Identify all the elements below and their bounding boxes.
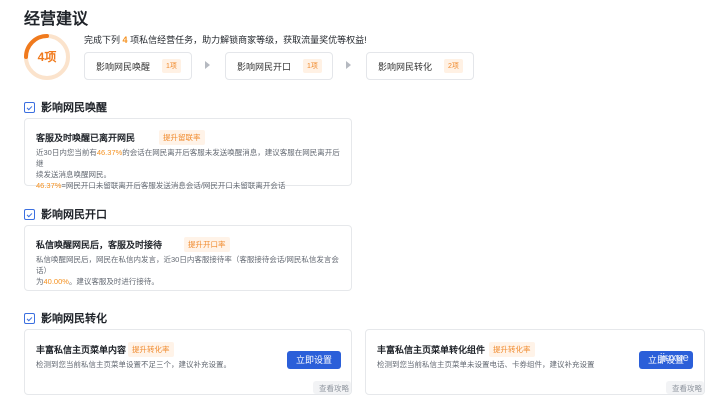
- task-label: 影响网民唤醒: [96, 61, 151, 72]
- set-now-button[interactable]: 立即设置: [287, 351, 341, 369]
- card-title: 丰富私信主页菜单内容: [36, 345, 127, 355]
- bag-icon: [24, 208, 35, 220]
- progress-count: 4项: [37, 50, 57, 64]
- bag-icon: [24, 101, 35, 113]
- card-wake: 客服及时唤醒已离开网民 提升留联率 近30日内您当前有46.37%的会话在网民离…: [24, 118, 352, 190]
- section-title-convert: 影响网民转化: [24, 310, 107, 326]
- task-label: 影响网民开口: [237, 61, 292, 72]
- card-tag: 提升开口率: [184, 237, 230, 252]
- bag-icon: [24, 312, 35, 324]
- card-open: 私信唤醒网民后，客服及时接待 提升开口率 私信唤醒网民后，网民在私信内发言，近3…: [24, 225, 352, 291]
- task-badge: 2项: [444, 59, 463, 73]
- card-desc: 检测到您当前私信主页菜单未设置电话、卡券组件，建议补充设置: [377, 360, 595, 369]
- page-title: 经营建议: [24, 11, 89, 28]
- card-tag: 提升转化率: [128, 342, 174, 357]
- task-wake[interactable]: 影响网民唤醒 1项: [84, 52, 192, 80]
- card-desc: 检测到您当前私信主页菜单设置不足三个，建议补充设置。: [36, 360, 231, 369]
- view-guide-link[interactable]: 查看攻略: [672, 383, 702, 394]
- task-convert[interactable]: 影响网民转化 2项: [366, 52, 474, 80]
- intro-count: 4: [122, 35, 128, 45]
- card-desc: 近30日内您当前有46.37%的会话在网民离开后客服未发送唤醒消息，建议客服在网…: [36, 148, 340, 190]
- card-convert-menu: 丰富私信主页菜单内容 提升转化率 检测到您当前私信主页菜单设置不足三个，建议补充…: [24, 329, 352, 395]
- task-badge: 1项: [162, 59, 181, 73]
- card-desc: 私信唤醒网民后，网民在私信内发言，近30日内客服接待率（客服接待会话/网民私信发…: [36, 255, 339, 286]
- intro-text: 完成下列 4 项私信经营任务，助力解锁商家等级，获取流量奖优等权益!: [84, 35, 367, 45]
- watermark: jiuxue: [660, 352, 689, 364]
- card-title: 私信唤醒网民后，客服及时接待: [36, 240, 163, 250]
- arrow-icon: [205, 61, 210, 69]
- task-open[interactable]: 影响网民开口 1项: [225, 52, 333, 80]
- task-label: 影响网民转化: [378, 61, 433, 72]
- card-convert-widget: 丰富私信主页菜单转化组件 提升转化率 检测到您当前私信主页菜单未设置电话、卡券组…: [365, 329, 705, 395]
- card-tag: 提升转化率: [489, 342, 535, 357]
- section-title-wake: 影响网民唤醒: [24, 99, 107, 115]
- card-title: 丰富私信主页菜单转化组件: [377, 345, 486, 355]
- card-title: 客服及时唤醒已离开网民: [36, 133, 136, 143]
- card-tag: 提升留联率: [159, 130, 205, 145]
- view-guide-link[interactable]: 查看攻略: [319, 383, 349, 394]
- section-title-open: 影响网民开口: [24, 206, 107, 222]
- arrow-icon: [346, 61, 351, 69]
- task-badge: 1项: [303, 59, 322, 73]
